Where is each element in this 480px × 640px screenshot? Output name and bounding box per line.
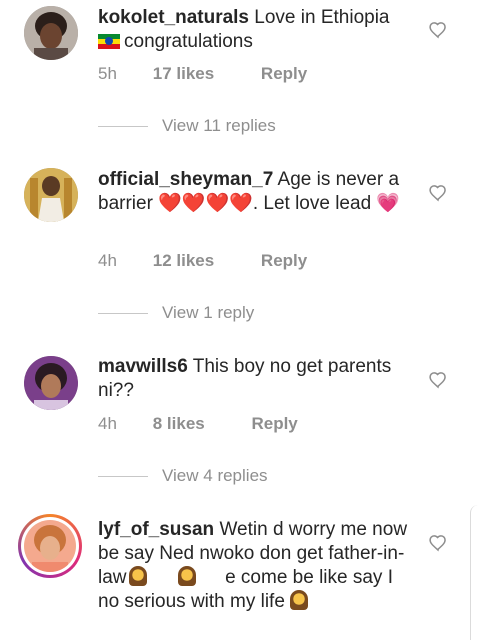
view-replies-label: View 1 reply <box>162 303 255 322</box>
avatar[interactable] <box>24 356 78 410</box>
comment-body-2: . Let love lead <box>252 193 372 214</box>
comment-time: 4h <box>98 414 117 433</box>
sparkling-heart-icon: 💗 <box>376 193 401 214</box>
like-heart-icon[interactable] <box>428 183 448 203</box>
woman-emoji-icon <box>290 590 309 610</box>
woman-emoji-icon <box>128 566 147 586</box>
like-heart-icon[interactable] <box>428 533 448 553</box>
comment-username[interactable]: official_sheyman_7 <box>98 169 273 190</box>
reply-button[interactable]: Reply <box>261 64 307 84</box>
avatar-photo <box>24 6 78 60</box>
side-panel-edge <box>470 505 480 640</box>
avatar <box>24 520 76 572</box>
avatar[interactable] <box>24 6 78 60</box>
comment-username[interactable]: kokolet_naturals <box>98 7 249 28</box>
comment-text: lyf_of_susan Wetin d worry me now be say… <box>98 518 408 614</box>
woman-emoji-icon <box>177 566 196 586</box>
view-replies-button[interactable]: View 4 replies <box>98 466 268 486</box>
avatar-story-ring[interactable] <box>18 514 82 578</box>
view-replies-button[interactable]: View 1 reply <box>98 303 254 323</box>
comment-likes[interactable]: 8 likes <box>153 414 205 434</box>
comment-meta: 4h 8 likes Reply <box>98 414 298 434</box>
reply-button[interactable]: Reply <box>251 414 297 434</box>
divider-line <box>98 313 148 315</box>
comment-time: 4h <box>98 251 117 270</box>
divider-line <box>98 126 148 128</box>
red-hearts-icon: ❤️❤️❤️❤️ <box>158 193 253 214</box>
comment-text: kokolet_naturals Love in Ethiopia congra… <box>98 6 408 54</box>
comment-body-2: congratulations <box>124 31 253 52</box>
comment-meta: 4h 12 likes Reply <box>98 251 307 271</box>
comment-likes[interactable]: 17 likes <box>153 64 214 84</box>
view-replies-label: View 4 replies <box>162 466 268 485</box>
comment-meta: 5h 17 likes Reply <box>98 64 307 84</box>
divider-line <box>98 476 148 478</box>
comment-username[interactable]: mavwills6 <box>98 356 188 377</box>
avatar[interactable] <box>24 168 78 222</box>
comment-text: mavwills6 This boy no get parents ni?? <box>98 355 408 403</box>
ring-gap <box>21 517 79 575</box>
avatar-photo <box>24 168 78 222</box>
comment-likes[interactable]: 12 likes <box>153 251 214 271</box>
avatar-photo <box>24 520 76 572</box>
comment-text: official_sheyman_7 Age is never a barrie… <box>98 168 408 216</box>
ethiopia-flag-icon <box>98 34 120 49</box>
view-replies-label: View 11 replies <box>162 116 276 135</box>
comment-body: Love in Ethiopia <box>254 7 390 28</box>
avatar-photo <box>24 356 78 410</box>
like-heart-icon[interactable] <box>428 370 448 390</box>
view-replies-button[interactable]: View 11 replies <box>98 116 276 136</box>
reply-button[interactable]: Reply <box>261 251 307 271</box>
comment-username[interactable]: lyf_of_susan <box>98 519 214 540</box>
comment-time: 5h <box>98 64 117 83</box>
like-heart-icon[interactable] <box>428 20 448 40</box>
